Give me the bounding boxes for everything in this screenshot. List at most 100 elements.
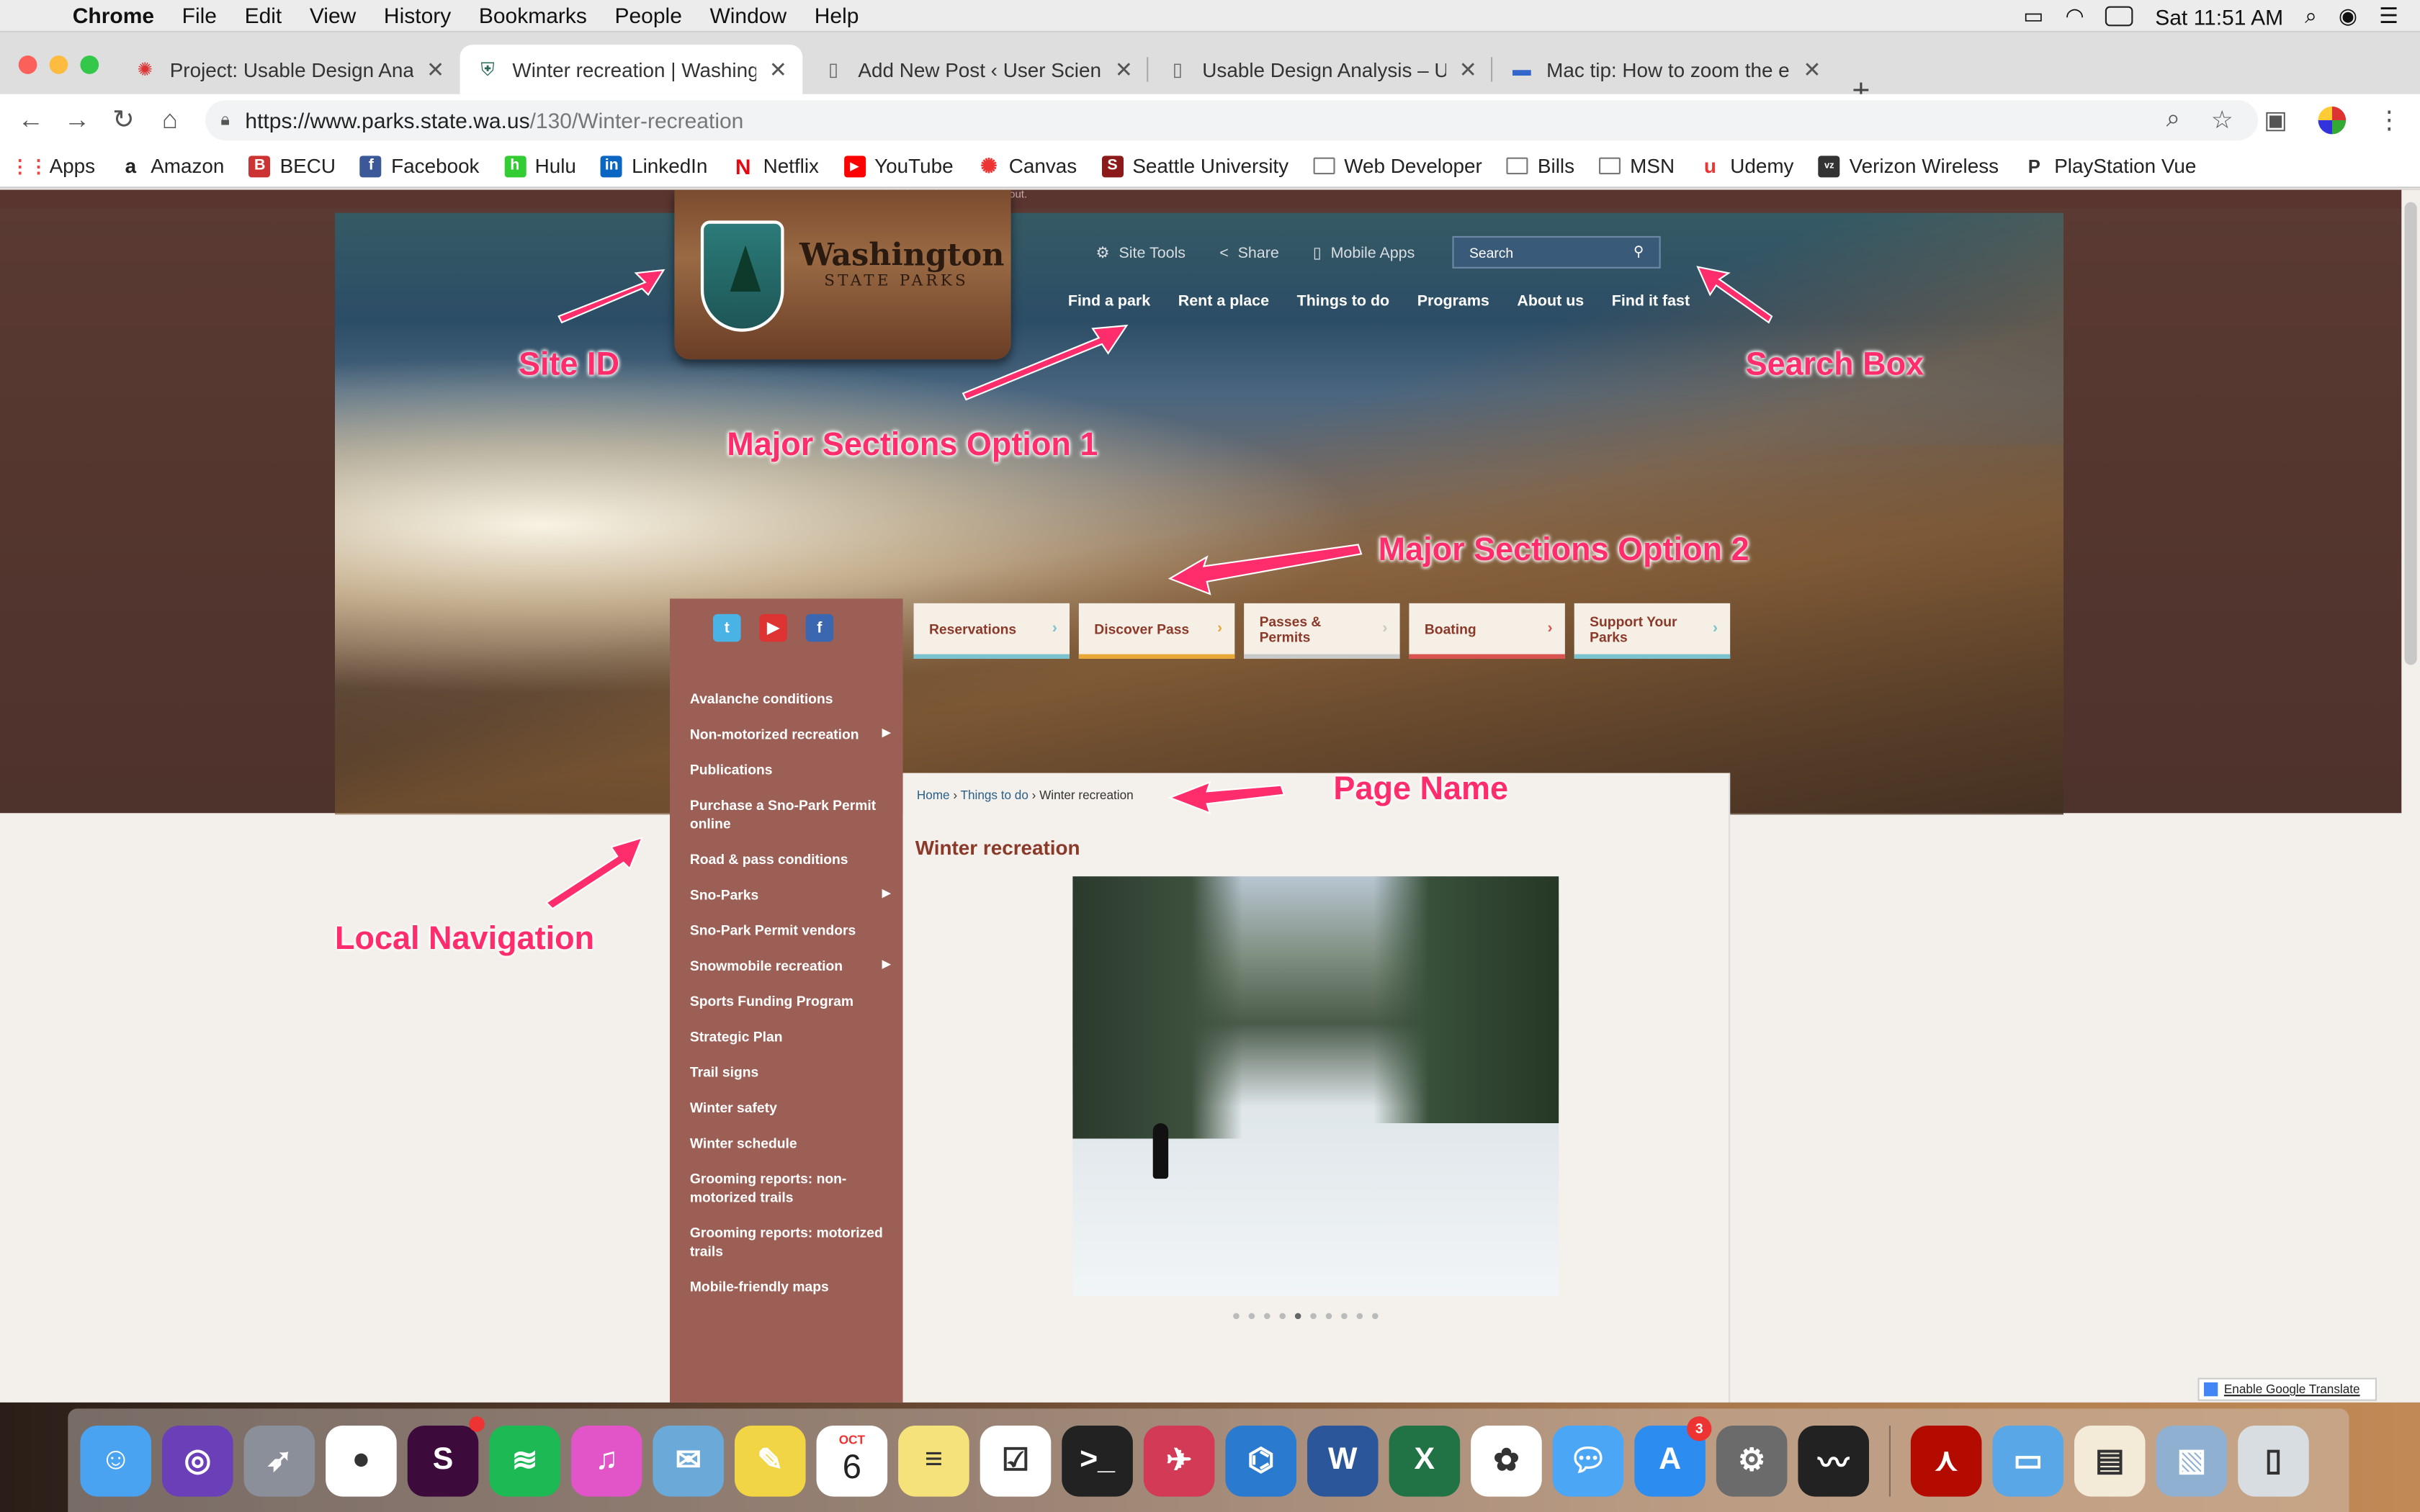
dock-airmail-icon[interactable]: ✈	[1143, 1424, 1215, 1496]
slideshow-dot[interactable]	[1264, 1313, 1270, 1320]
tab-mac-tip[interactable]: ▬ Mac tip: How to zoom the entire ✕	[1494, 45, 1837, 94]
nav-find-a-park[interactable]: Find a park	[1068, 293, 1150, 310]
breadcrumb-things-to-do[interactable]: Things to do	[961, 788, 1028, 802]
tab-add-new-post[interactable]: ▯ Add New Post ‹ User Science ✕	[806, 45, 1149, 94]
bookmark-canvas[interactable]: ✺ Canvas	[978, 153, 1077, 177]
share-link[interactable]: < Share	[1219, 246, 1279, 263]
section-button[interactable]: Discover Pass ›	[1078, 603, 1235, 659]
dock-spotify-icon[interactable]: ≋	[489, 1424, 560, 1496]
page-scrollbar[interactable]	[2401, 189, 2420, 1403]
dock-notes-icon[interactable]: ≡	[898, 1424, 969, 1496]
nav-about-us[interactable]: About us	[1517, 293, 1584, 310]
local-nav-item[interactable]: Road & pass conditions	[690, 850, 891, 869]
slideshow-dot[interactable]	[1341, 1313, 1348, 1320]
local-nav-item[interactable]: Winter schedule	[690, 1134, 891, 1153]
dock-slack-icon[interactable]: S	[407, 1416, 485, 1496]
close-tab-icon[interactable]: ✕	[769, 56, 787, 82]
tab-winter-recreation[interactable]: ⛨ Winter recreation | Washington State P…	[460, 45, 803, 94]
menu-file[interactable]: File	[168, 3, 230, 27]
local-nav-item[interactable]: Avalanche conditions	[690, 690, 891, 708]
nav-find-it-fast[interactable]: Find it fast	[1612, 293, 1690, 310]
dock-app-store-icon[interactable]: A3	[1634, 1416, 1712, 1496]
dock-acrobat-icon[interactable]: ⋏	[1910, 1424, 1982, 1496]
local-nav-item[interactable]: Grooming reports: motorized trails	[690, 1223, 891, 1260]
slideshow-dot[interactable]	[1294, 1313, 1301, 1320]
spotlight-icon[interactable]: ⌕	[2305, 3, 2317, 29]
address-bar[interactable]: 🔒︎ https://www.parks.state.wa.us/130/Win…	[205, 100, 2258, 140]
bookmark-apps[interactable]: ⋮⋮ Apps	[11, 154, 95, 177]
bookmark-seattle-university[interactable]: S Seattle University	[1101, 154, 1289, 177]
menubar-clock[interactable]: Sat 11:51 AM	[2155, 4, 2283, 28]
close-window-button[interactable]	[18, 55, 37, 74]
dock-launchpad-icon[interactable]: ➶	[243, 1424, 315, 1496]
youtube-icon[interactable]: ▶	[759, 613, 787, 642]
twitter-icon[interactable]: t	[712, 613, 741, 642]
slideshow-dot[interactable]	[1356, 1313, 1363, 1320]
dock-calendar-icon[interactable]: OCT 6	[816, 1424, 888, 1496]
minimize-window-button[interactable]	[49, 55, 68, 74]
bookmark-amazon[interactable]: a Amazon	[120, 154, 225, 177]
site-tools-link[interactable]: ⚙ Site Tools	[1095, 246, 1186, 263]
tab-usable-design-analysis[interactable]: ▯ Usable Design Analysis – User ✕	[1150, 45, 1492, 94]
zoom-icon[interactable]: ⌕	[2166, 107, 2180, 135]
bookmark-netflix[interactable]: N Netflix	[732, 153, 819, 178]
facebook-icon[interactable]: f	[805, 613, 834, 642]
dock-word-icon[interactable]: W	[1307, 1424, 1379, 1496]
close-tab-icon[interactable]: ✕	[1115, 56, 1133, 82]
extension-icon[interactable]: ▣	[2264, 105, 2287, 136]
slideshow-dot[interactable]	[1310, 1313, 1317, 1320]
bookmark-youtube[interactable]: ▶ YouTube	[843, 154, 954, 177]
nav-rent-a-place[interactable]: Rent a place	[1178, 293, 1269, 310]
menu-history[interactable]: History	[370, 3, 465, 27]
bookmark-star-icon[interactable]: ☆	[2211, 105, 2233, 136]
menu-people[interactable]: People	[601, 3, 696, 27]
menu-window[interactable]: Window	[696, 3, 800, 27]
close-tab-icon[interactable]: ✕	[426, 56, 444, 82]
bookmark-hulu[interactable]: h Hulu	[503, 154, 576, 177]
local-nav-item[interactable]: Sports Funding Program	[690, 992, 891, 1011]
search-icon[interactable]: ⚲	[1634, 244, 1644, 261]
close-tab-icon[interactable]: ✕	[1459, 56, 1477, 82]
dock-preview-icon[interactable]: ▧	[2156, 1424, 2228, 1496]
local-nav-item[interactable]: Snowmobile recreation ▶	[690, 957, 891, 976]
menu-bookmarks[interactable]: Bookmarks	[465, 3, 601, 27]
local-nav-item[interactable]: Grooming reports: non-motorized trails	[690, 1169, 891, 1206]
dock-photos-icon[interactable]: ✿	[1471, 1424, 1542, 1496]
lock-icon[interactable]: 🔒︎	[220, 110, 230, 130]
bookmark-linkedin[interactable]: in LinkedIn	[601, 154, 707, 177]
section-button[interactable]: Passes & Permits ›	[1244, 603, 1400, 659]
bookmark-becu[interactable]: B BECU	[248, 154, 336, 177]
notification-center-icon[interactable]: ☰	[2379, 3, 2398, 29]
bookmark-playstation-vue[interactable]: P PlayStation Vue	[2023, 154, 2197, 177]
bookmark-udemy[interactable]: u Udemy	[1699, 154, 1794, 177]
reload-icon[interactable]: ↻	[100, 104, 146, 135]
dock-trash-icon[interactable]: ▯	[2238, 1424, 2309, 1496]
local-nav-item[interactable]: Strategic Plan	[690, 1027, 891, 1046]
local-nav-item[interactable]: Mobile-friendly maps	[690, 1277, 891, 1296]
site-search-input[interactable]: Search ⚲	[1452, 235, 1661, 269]
slideshow-dot[interactable]	[1248, 1313, 1255, 1320]
dock-vs-code-icon[interactable]: ⌬	[1225, 1424, 1296, 1496]
mobile-apps-link[interactable]: ▯ Mobile Apps	[1313, 246, 1415, 263]
slideshow-dot[interactable]	[1279, 1313, 1286, 1320]
battery-icon[interactable]	[2105, 6, 2134, 27]
close-tab-icon[interactable]: ✕	[1803, 56, 1821, 82]
home-icon[interactable]: ⌂	[147, 104, 193, 135]
dock-activity-monitor-icon[interactable]: 〰	[1798, 1424, 1869, 1496]
dock-siri-icon[interactable]: ◎	[162, 1424, 233, 1496]
scrollbar-thumb[interactable]	[2404, 202, 2417, 665]
section-button[interactable]: Support Your Parks ›	[1574, 603, 1731, 659]
menu-edit[interactable]: Edit	[230, 3, 295, 27]
nav-programs[interactable]: Programs	[1417, 293, 1489, 310]
profile-avatar[interactable]	[2318, 106, 2347, 135]
tab-project-usable-design[interactable]: ✺ Project: Usable Design Analysis ✕	[117, 45, 460, 94]
section-button[interactable]: Boating ›	[1409, 603, 1565, 659]
dock-document-icon[interactable]: ▤	[2074, 1424, 2146, 1496]
dock-system-preferences-icon[interactable]: ⚙	[1716, 1424, 1788, 1496]
dock-excel-icon[interactable]: X	[1389, 1424, 1461, 1496]
dock-terminal-icon[interactable]: >_	[1062, 1424, 1133, 1496]
menu-app-name[interactable]: Chrome	[58, 3, 168, 27]
local-nav-item[interactable]: Winter safety	[690, 1099, 891, 1117]
dock-reminders-icon[interactable]: ☑	[980, 1424, 1052, 1496]
bookmark-web-developer[interactable]: Web Developer	[1313, 154, 1482, 177]
